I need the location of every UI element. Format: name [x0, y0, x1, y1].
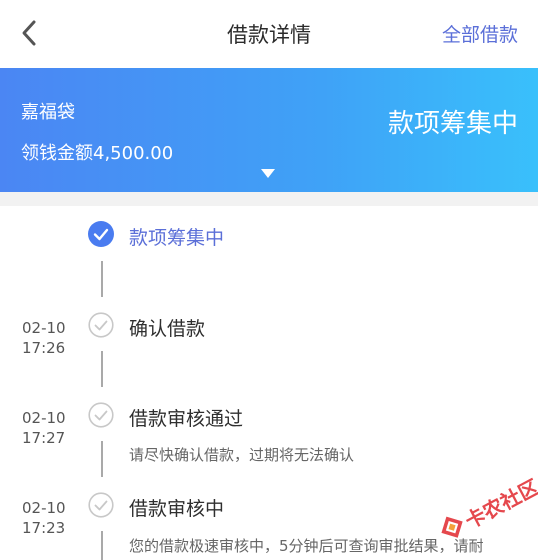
check-circle-outline-icon: [88, 402, 114, 428]
check-circle-outline-icon: [88, 312, 114, 338]
timeline-current-title: 款项筹集中: [129, 227, 225, 249]
timeline-timestamp: 02-10 17:23: [22, 498, 66, 538]
timeline-connector: [101, 531, 103, 560]
timeline-connector: [101, 261, 103, 297]
timeline-connector: [101, 351, 103, 387]
timeline-date: 02-10: [22, 409, 66, 427]
amount-label: 领钱金额: [21, 143, 93, 164]
section-divider: [0, 192, 538, 206]
timeline-item-title: 借款审核通过: [129, 408, 244, 430]
timeline-timestamp: 02-10 17:27: [22, 408, 66, 448]
loan-status: 款项筹集中: [387, 109, 518, 139]
timeline-date: 02-10: [22, 499, 66, 517]
amount-row: 领钱金额4,500.00: [21, 139, 173, 165]
timeline-date: 02-10: [22, 319, 66, 337]
caret-down-icon[interactable]: [261, 169, 275, 179]
top-bar: 借款详情 全部借款: [0, 0, 538, 68]
loan-detail-page: 借款详情 全部借款 嘉福袋 领钱金额4,500.00 款项筹集中 款项筹集中 0…: [0, 0, 538, 560]
timeline-item-desc: 您的借款极速审核中，5分钟后可查询审批结果，请耐: [129, 537, 484, 555]
timeline-item-title: 借款审核中: [129, 498, 225, 520]
timeline-time: 17:26: [22, 339, 66, 357]
timeline-connector: [101, 441, 103, 477]
timeline-timestamp: 02-10 17:26: [22, 318, 66, 358]
timeline-time: 17:23: [22, 519, 66, 537]
timeline-item-desc: 请尽快确认借款，过期将无法确认: [129, 446, 355, 464]
check-circle-outline-icon: [88, 492, 114, 518]
timeline-time: 17:27: [22, 429, 66, 447]
loan-summary-banner: 嘉福袋 领钱金额4,500.00 款项筹集中: [0, 68, 538, 192]
amount-value: 4,500.00: [93, 143, 174, 164]
check-circle-filled-icon: [88, 221, 114, 247]
timeline-item-title: 确认借款: [129, 318, 206, 340]
product-name: 嘉福袋: [21, 102, 75, 123]
all-loans-link[interactable]: 全部借款: [442, 20, 518, 47]
